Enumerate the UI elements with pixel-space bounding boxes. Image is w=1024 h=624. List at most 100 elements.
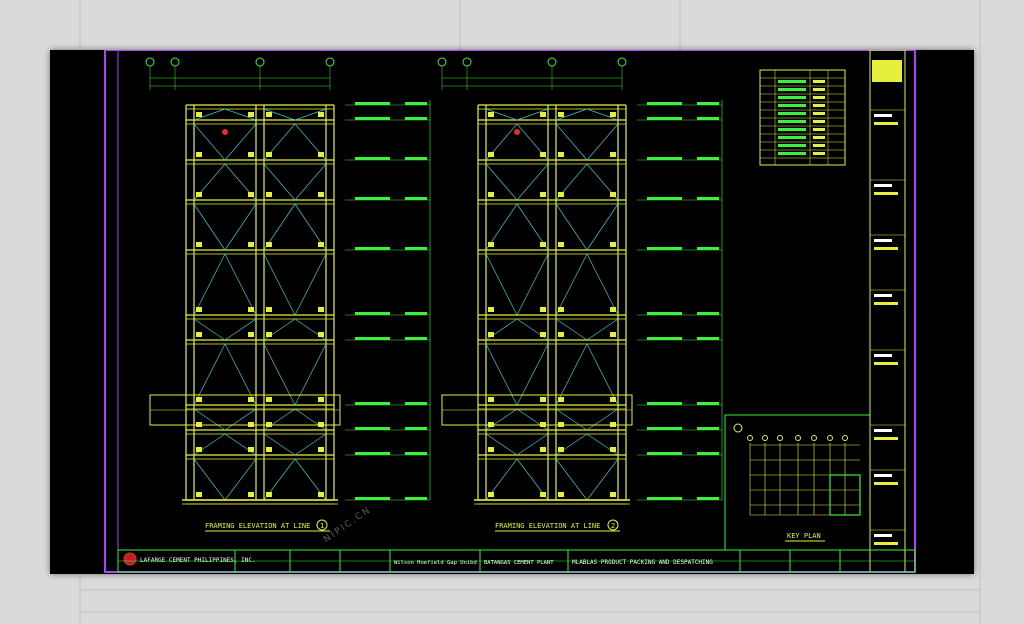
- gusset-plate: [610, 447, 616, 452]
- gusset-plate: [248, 492, 254, 497]
- title-column-text: [874, 482, 898, 485]
- schedule-border: [759, 69, 846, 166]
- elevation-label: [697, 427, 719, 430]
- company-logo-icon: [123, 552, 137, 566]
- gusset-plate: [558, 242, 564, 247]
- elevation-label: [697, 312, 719, 315]
- schedule-cell-text: [778, 112, 806, 115]
- level-label: [355, 197, 390, 200]
- gusset-plate: [318, 397, 324, 402]
- framing-elevation-1: [145, 57, 431, 505]
- schedule-cell-text: [778, 136, 806, 139]
- grid-bubble: [842, 435, 848, 441]
- gusset-plate: [540, 152, 546, 157]
- title-column-text: [874, 192, 898, 195]
- elevation-label: [405, 197, 427, 200]
- title-column-text: [874, 474, 892, 477]
- key-plan-title: KEY PLAN: [787, 532, 821, 540]
- elevation-label: [697, 117, 719, 120]
- gusset-plate: [488, 242, 494, 247]
- schedule-cell-text: [813, 120, 825, 123]
- schedule-cell-text: [813, 96, 825, 99]
- gusset-plate: [610, 332, 616, 337]
- elevation-label: [405, 337, 427, 340]
- gusset-plate: [248, 447, 254, 452]
- marker-dot: [514, 129, 520, 135]
- gusset-plate: [558, 112, 564, 117]
- level-label: [355, 247, 390, 250]
- grid-bubble: [777, 435, 783, 441]
- gusset-plate: [610, 152, 616, 157]
- gusset-plate: [266, 192, 272, 197]
- level-label: [355, 312, 390, 315]
- level-label: [355, 117, 390, 120]
- gusset-plate: [540, 307, 546, 312]
- level-label: [355, 102, 390, 105]
- elevation-label: [405, 247, 427, 250]
- level-label: [647, 402, 682, 405]
- schedule-cell-text: [813, 88, 825, 91]
- grid-bubble: [617, 57, 627, 67]
- gusset-plate: [266, 492, 272, 497]
- gusset-plate: [318, 307, 324, 312]
- gusset-plate: [488, 112, 494, 117]
- grid-bubble: [747, 435, 753, 441]
- gusset-plate: [248, 307, 254, 312]
- title-column-text: [874, 294, 892, 297]
- gusset-plate: [488, 192, 494, 197]
- north-arrow-icon: [733, 423, 743, 433]
- gusset-plate: [248, 112, 254, 117]
- schedule-cell-text: [813, 128, 825, 131]
- elevation-label: [405, 312, 427, 315]
- level-label: [355, 337, 390, 340]
- gusset-plate: [248, 152, 254, 157]
- schedule-cell-text: [778, 120, 806, 123]
- level-label: [355, 402, 390, 405]
- gusset-plate: [196, 242, 202, 247]
- grid-bubble: [462, 57, 472, 67]
- gusset-plate: [540, 192, 546, 197]
- gusset-plate: [266, 152, 272, 157]
- grid-bubble: [547, 57, 557, 67]
- schedule-cell-text: [778, 144, 806, 147]
- gusset-plate: [558, 152, 564, 157]
- grid-bubble: [255, 57, 265, 67]
- schedule-cell-text: [778, 128, 806, 131]
- grid-bubble: [827, 435, 833, 441]
- grid-bubble: [811, 435, 817, 441]
- gusset-plate: [248, 332, 254, 337]
- gusset-plate: [318, 152, 324, 157]
- schedule-cell-text: [813, 104, 825, 107]
- elevation-label: [697, 452, 719, 455]
- gusset-plate: [610, 242, 616, 247]
- gusset-plate: [318, 447, 324, 452]
- title-column-text: [874, 122, 898, 125]
- schedule-cell-text: [813, 80, 825, 83]
- gusset-plate: [196, 332, 202, 337]
- gusset-plate: [248, 397, 254, 402]
- gusset-plate: [610, 112, 616, 117]
- gusset-plate: [196, 492, 202, 497]
- elevation-2-line-mark: 2: [611, 522, 615, 530]
- grid-bubble: [145, 57, 155, 67]
- title-column-border: [869, 50, 906, 573]
- title-block: LAFARGE CEMENT PHILIPPINES, INC. Wilson …: [117, 549, 916, 573]
- gusset-plate: [558, 447, 564, 452]
- title-column-text: [874, 302, 898, 305]
- elevation-label: [405, 402, 427, 405]
- schedule-cell-text: [778, 104, 806, 107]
- gusset-plate: [248, 242, 254, 247]
- framing-elevation-2: [437, 57, 723, 505]
- gusset-plate: [196, 112, 202, 117]
- schedule-cell-text: [813, 136, 825, 139]
- level-label: [647, 452, 682, 455]
- schedule-cell-text: [813, 112, 825, 115]
- gusset-plate: [610, 192, 616, 197]
- level-label: [647, 197, 682, 200]
- cad-drawing-svg: FRAMING ELEVATION AT LINE 1 FRAMING ELEV…: [104, 50, 916, 573]
- title-column-text: [874, 362, 898, 365]
- gusset-plate: [488, 492, 494, 497]
- elevation-label: [697, 497, 719, 500]
- level-label: [647, 337, 682, 340]
- elevation-label: [405, 117, 427, 120]
